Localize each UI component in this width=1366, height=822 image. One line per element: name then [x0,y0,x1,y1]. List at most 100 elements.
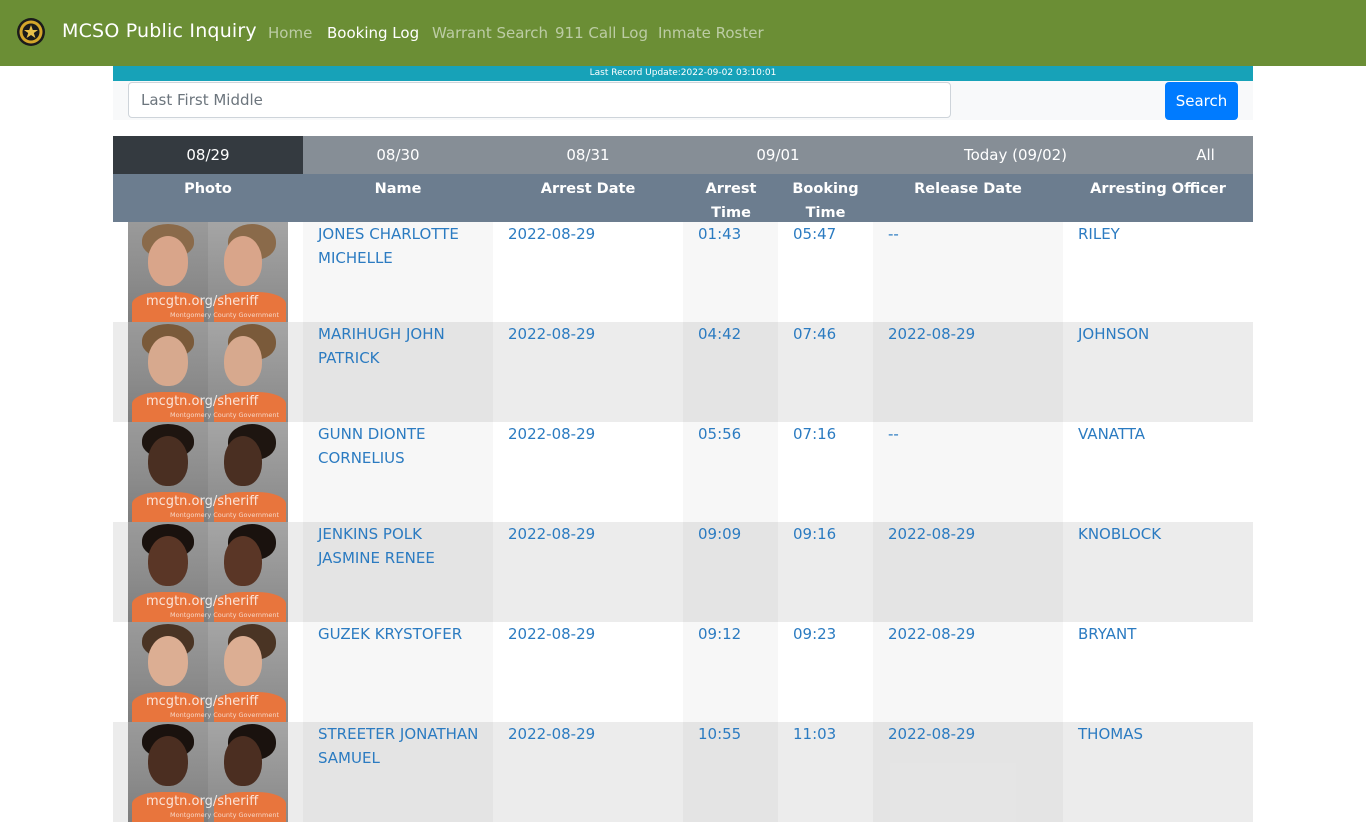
inmate-name-link[interactable]: STREETER JONATHAN SAMUEL [318,722,488,770]
navbar: MCSO Public Inquiry Home Booking Log War… [0,0,1366,66]
inmate-name-link[interactable]: MARIHUGH JOHN PATRICK [318,322,488,370]
arresting-officer-link[interactable]: KNOBLOCK [1078,522,1248,546]
arrest-date-link[interactable]: 2022-08-29 [508,222,678,246]
inmate-name-line[interactable]: JENKINS POLK [318,522,488,546]
photo-watermark: mcgtn.org/sheriff [146,294,259,309]
inmate-name-link[interactable]: GUNN DIONTE CORNELIUS [318,422,488,470]
arrest-time-link[interactable]: 10:55 [698,722,768,746]
table-row[interactable]: mcgtn.org/sheriff Montgomery County Gover… [113,422,1253,522]
release-date-link[interactable]: 2022-08-29 [888,622,1058,646]
table-row[interactable]: mcgtn.org/sheriff Montgomery County Gover… [113,622,1253,722]
arrest-date-link[interactable]: 2022-08-29 [508,422,678,446]
inmate-name-line[interactable]: JASMINE RENEE [318,546,488,570]
booking-time-link[interactable]: 07:46 [793,322,863,346]
booking-time-link[interactable]: 09:23 [793,622,863,646]
nav-link-warrant-search[interactable]: Warrant Search [432,24,548,42]
face-shape [224,636,262,686]
face-shape [148,336,188,386]
mugshot-photo[interactable]: mcgtn.org/sheriff Montgomery County Gover… [128,422,288,522]
arrest-date-link[interactable]: 2022-08-29 [508,622,678,646]
photo-watermark-sub: Montgomery County Government [170,511,280,519]
arresting-officer-link[interactable]: VANATTA [1078,422,1248,446]
mugshot-photo[interactable]: mcgtn.org/sheriff Montgomery County Gover… [128,522,288,622]
photo-watermark-sub: Montgomery County Government [170,611,280,619]
table-header: Photo Name Arrest Date Arrest Time Booki… [113,174,1253,222]
arrest-time-link[interactable]: 09:09 [698,522,768,546]
table-row[interactable]: mcgtn.org/sheriff Montgomery County Gover… [113,722,1253,822]
inmate-name-link[interactable]: JONES CHARLOTTE MICHELLE [318,222,488,270]
photo-watermark-sub: Montgomery County Government [170,811,280,819]
photo-watermark: mcgtn.org/sheriff [146,494,259,509]
nav-link-inmate-roster[interactable]: Inmate Roster [658,24,764,42]
arresting-officer-link[interactable]: THOMAS [1078,722,1248,746]
column-header-arrest-date: Arrest Date [540,181,636,197]
table-row[interactable]: mcgtn.org/sheriff Montgomery County Gover… [113,522,1253,622]
booking-time-link[interactable]: 11:03 [793,722,863,746]
photo-watermark: mcgtn.org/sheriff [146,594,259,609]
mugshot-photo[interactable]: mcgtn.org/sheriff Montgomery County Gover… [128,222,288,322]
arresting-officer-link[interactable]: RILEY [1078,222,1248,246]
inmate-name-line[interactable]: SAMUEL [318,746,488,770]
release-date-link[interactable]: -- [888,422,1058,446]
tab-08-31[interactable]: 08/31 [493,136,683,174]
arrest-time-link[interactable]: 01:43 [698,222,768,246]
column-header-arresting-officer: Arresting Officer [1090,181,1226,197]
mugshot-photo[interactable]: mcgtn.org/sheriff Montgomery County Gover… [128,722,288,822]
inmate-name-line[interactable]: MARIHUGH JOHN [318,322,488,346]
tab-all[interactable]: All [1173,136,1238,174]
release-date-link[interactable]: 2022-08-29 [888,722,1058,746]
arrest-date-link[interactable]: 2022-08-29 [508,722,678,746]
booking-time-link[interactable]: 07:16 [793,422,863,446]
sheriff-badge-icon[interactable] [16,17,46,47]
mugshot-photo[interactable]: mcgtn.org/sheriff Montgomery County Gover… [128,322,288,422]
photo-watermark: mcgtn.org/sheriff [146,394,259,409]
face-shape [148,736,188,786]
release-date-link[interactable]: 2022-08-29 [888,522,1058,546]
arrest-time-link[interactable]: 04:42 [698,322,768,346]
inmate-name-line[interactable]: STREETER JONATHAN [318,722,488,746]
tab-today[interactable]: Today (09/02) [923,136,1108,174]
inmate-name-line[interactable]: GUZEK KRYSTOFER [318,622,488,646]
arrest-date-link[interactable]: 2022-08-29 [508,322,678,346]
face-shape [224,436,262,486]
inmate-name-line[interactable]: JONES CHARLOTTE [318,222,488,246]
arrest-time-link[interactable]: 05:56 [698,422,768,446]
inmate-name-link[interactable]: GUZEK KRYSTOFER [318,622,488,646]
arrest-date-link[interactable]: 2022-08-29 [508,522,678,546]
face-shape [148,436,188,486]
nav-link-booking-log[interactable]: Booking Log [327,24,419,42]
column-header-photo: Photo [184,181,232,197]
arresting-officer-link[interactable]: BRYANT [1078,622,1248,646]
inmate-name-line[interactable]: GUNN DIONTE [318,422,488,446]
inmate-name-line[interactable]: CORNELIUS [318,446,488,470]
photo-watermark-sub: Montgomery County Government [170,411,280,419]
mugshot-photo[interactable]: mcgtn.org/sheriff Montgomery County Gover… [128,622,288,722]
search-input[interactable] [128,82,951,118]
table-row[interactable]: mcgtn.org/sheriff Montgomery County Gover… [113,222,1253,322]
table-row[interactable]: mcgtn.org/sheriff Montgomery County Gover… [113,322,1253,422]
search-button[interactable]: Search [1165,82,1238,120]
nav-link-home[interactable]: Home [268,24,312,42]
release-date-link[interactable]: -- [888,222,1058,246]
face-shape [224,536,262,586]
booking-time-link[interactable]: 09:16 [793,522,863,546]
search-bar: Search [113,81,1253,120]
photo-watermark: mcgtn.org/sheriff [146,694,259,709]
nav-link-911-call-log[interactable]: 911 Call Log [555,24,648,42]
arrest-time-link[interactable]: 09:12 [698,622,768,646]
column-header-arrest-time: Arrest Time [705,181,757,221]
inmate-name-link[interactable]: JENKINS POLK JASMINE RENEE [318,522,488,570]
column-header-name: Name [374,181,422,197]
release-date-link[interactable]: 2022-08-29 [888,322,1058,346]
column-header-release-date: Release Date [914,181,1022,197]
tab-08-30[interactable]: 08/30 [303,136,493,174]
arresting-officer-link[interactable]: JOHNSON [1078,322,1248,346]
inmate-name-line[interactable]: MICHELLE [318,246,488,270]
brand-title[interactable]: MCSO Public Inquiry [62,20,257,42]
tab-08-29[interactable]: 08/29 [113,136,303,174]
tab-09-01[interactable]: 09/01 [683,136,873,174]
inmate-name-line[interactable]: PATRICK [318,346,488,370]
face-shape [224,736,262,786]
booking-time-link[interactable]: 05:47 [793,222,863,246]
last-update-banner: Last Record Update:2022-09-02 03:10:01 [113,66,1253,81]
